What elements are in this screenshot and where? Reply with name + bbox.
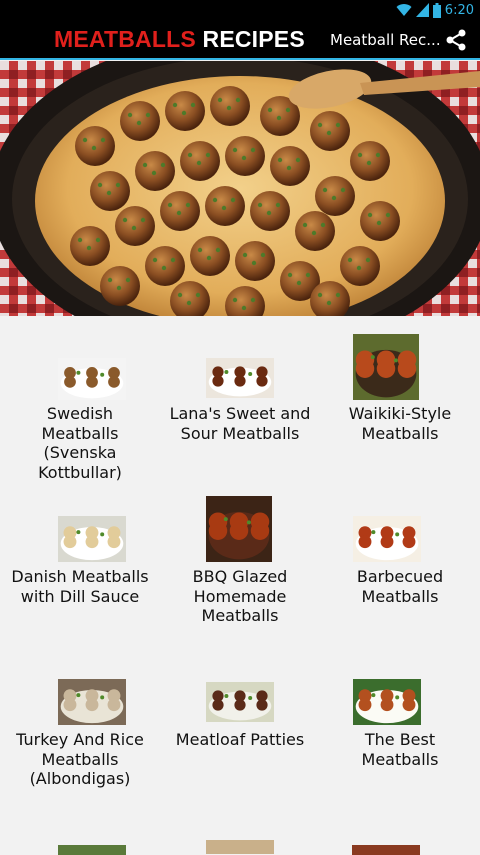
recipe-title[interactable]: Barbecued Meatballs: [320, 567, 480, 606]
recipe-grid: Swedish Meatballs (Svenska Kottbullar) L…: [0, 316, 480, 855]
recipe-thumbnail-partial[interactable]: [352, 845, 420, 855]
wifi-icon: [396, 4, 412, 17]
recipe-category-spinner[interactable]: Meatball Rec...: [330, 31, 441, 49]
recipe-thumbnail-partial[interactable]: [206, 840, 274, 854]
logo-word-meatballs: MEATBALLS: [54, 26, 196, 52]
app-logo: MEATBALLS RECIPES: [54, 26, 305, 53]
status-bar: 6:20: [0, 0, 480, 20]
share-icon: [446, 29, 466, 51]
recipe-thumbnail[interactable]: [353, 679, 421, 725]
recipe-title[interactable]: Danish Meatballs with Dill Sauce: [0, 567, 160, 606]
recipe-title[interactable]: BBQ Glazed Homemade Meatballs: [160, 567, 320, 626]
recipe-title[interactable]: Turkey And Rice Meatballs (Albondigas): [0, 730, 160, 789]
recipe-thumbnail[interactable]: [353, 334, 419, 400]
recipe-thumbnail[interactable]: [206, 496, 272, 562]
recipe-title[interactable]: Lana's Sweet and Sour Meatballs: [160, 404, 320, 443]
recipe-thumbnail[interactable]: [58, 358, 126, 400]
recipe-thumbnail[interactable]: [206, 682, 274, 722]
status-icons: 6:20: [396, 2, 474, 18]
recipe-thumbnail[interactable]: [353, 516, 421, 562]
recipe-thumbnail[interactable]: [206, 358, 274, 398]
recipe-title[interactable]: Waikiki-Style Meatballs: [320, 404, 480, 443]
recipe-title[interactable]: Meatloaf Patties: [160, 730, 320, 750]
recipe-thumbnail[interactable]: [58, 679, 126, 725]
recipe-title[interactable]: The Best Meatballs: [320, 730, 480, 769]
battery-icon: [432, 2, 441, 18]
recipe-thumbnail[interactable]: [58, 516, 126, 562]
status-time: 6:20: [444, 2, 474, 18]
recipe-title[interactable]: Swedish Meatballs (Svenska Kottbullar): [0, 404, 160, 482]
logo-word-recipes: RECIPES: [202, 26, 305, 52]
action-bar: MEATBALLS RECIPES Meatball Rec...: [0, 20, 480, 60]
signal-icon: [415, 3, 429, 17]
hero-meatballs-image: [0, 61, 480, 316]
share-button[interactable]: [442, 26, 470, 54]
recipe-thumbnail-partial[interactable]: [58, 845, 126, 855]
